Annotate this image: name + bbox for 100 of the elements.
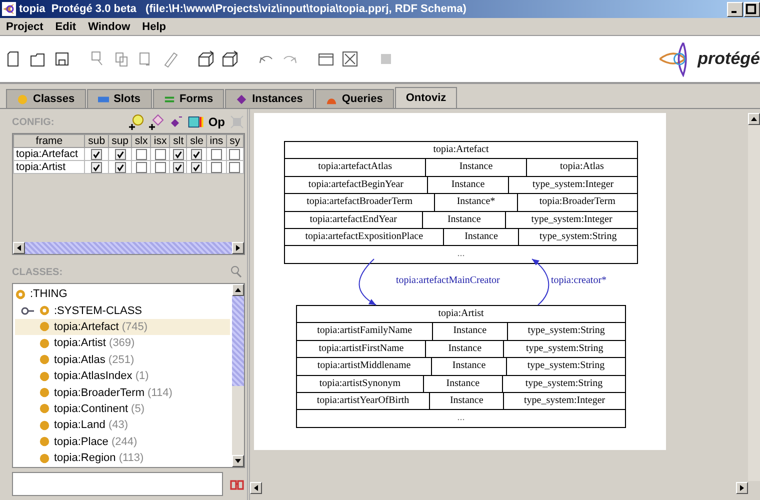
- app-icon: [2, 2, 16, 16]
- slot-cell: Instance: [426, 176, 508, 194]
- slot-cell-text: topia:artistYearOfBirth: [316, 394, 410, 408]
- checkbox[interactable]: [191, 162, 202, 173]
- slot-cell-text: topia:artistMiddlename: [316, 359, 412, 374]
- slot-cell: Instance: [431, 358, 506, 375]
- checkbox[interactable]: [154, 162, 166, 173]
- node-title: topia:Artist: [437, 307, 485, 321]
- tree-item[interactable]: :THING: [30, 288, 68, 300]
- checkbox[interactable]: [91, 148, 102, 160]
- tab[interactable]: Forms: [152, 89, 224, 108]
- column-header[interactable]: sub: [84, 134, 108, 148]
- tree-item[interactable]: topia:BroaderTerm (114): [54, 386, 172, 399]
- maximize-button[interactable]: [744, 2, 760, 16]
- slot-icon[interactable]: [188, 114, 204, 130]
- slot-cell-text: topia:artefactAtlas: [317, 160, 394, 174]
- slot-cell: type_system:Integer: [505, 212, 638, 228]
- tab[interactable]: Slots: [86, 89, 152, 108]
- slot-cell-text: topia:artefactBroaderTerm: [306, 195, 414, 210]
- slot-cell: Instance: [422, 212, 506, 228]
- tab[interactable]: Ontoviz: [394, 87, 458, 108]
- column-header[interactable]: slt: [170, 134, 187, 148]
- checkbox[interactable]: [114, 148, 126, 160]
- more-cell-text: ...: [456, 247, 466, 262]
- slot-cell: type_system:String: [506, 358, 625, 375]
- more-cell-text: ...: [456, 411, 466, 426]
- tree-item[interactable]: :SYSTEM-CLASS: [54, 304, 142, 317]
- search-field[interactable]: [12, 472, 223, 496]
- expand-handle-icon[interactable]: [21, 306, 35, 316]
- checkbox[interactable]: [114, 162, 126, 173]
- tree-item[interactable]: topia:Artist (369): [54, 337, 135, 350]
- slot-cell: type_system:Integer: [508, 176, 638, 194]
- maximize-icon: [745, 2, 757, 14]
- tree-item[interactable]: topia:Continent (5): [54, 402, 144, 415]
- tree-item[interactable]: topia:Place (244): [54, 436, 138, 448]
- slot-cell: topia:Atlas: [526, 159, 638, 176]
- checkbox[interactable]: [210, 162, 222, 173]
- table-cell: topia:Artist: [14, 160, 85, 174]
- close-box-icon[interactable]: [340, 49, 360, 69]
- column-header[interactable]: sy: [226, 134, 244, 148]
- slot-cell: Instance: [422, 376, 502, 392]
- slot-cell: type_system:String: [518, 228, 637, 246]
- column-header[interactable]: slx: [132, 134, 151, 148]
- checkbox[interactable]: [210, 148, 222, 160]
- checkbox[interactable]: [191, 148, 202, 160]
- slot-cell: Instance*: [434, 194, 517, 211]
- menu-item[interactable]: Project: [6, 20, 44, 32]
- column-header[interactable]: sup: [108, 134, 132, 148]
- slot-cell: Instance: [429, 392, 504, 410]
- slot-cell: Instance: [425, 340, 504, 358]
- table-cell: topia:Artefact: [14, 148, 85, 160]
- slot-cell: type_system:String: [503, 340, 626, 358]
- slot-cell: type_system:String: [506, 323, 626, 340]
- tab[interactable]: Classes: [6, 89, 86, 108]
- logo-text: protégé: [698, 49, 760, 69]
- vertical-scrollbar[interactable]: [748, 113, 760, 481]
- slot-cell: topia:BroaderTerm: [516, 194, 637, 211]
- tab[interactable]: Queries: [314, 89, 394, 108]
- checkbox[interactable]: [136, 162, 147, 173]
- checkbox[interactable]: [229, 148, 240, 160]
- section-label: CLASSES:: [12, 266, 63, 278]
- add-class-icon[interactable]: [128, 114, 144, 130]
- menu-item[interactable]: Window: [88, 20, 130, 32]
- slot-cell-text: topia:artefactExpositionPlace: [304, 230, 424, 244]
- operator-button[interactable]: Op: [208, 115, 225, 129]
- checkbox[interactable]: [91, 162, 102, 173]
- slot-cell-text: topia:artistFirstName: [318, 342, 405, 356]
- menu-item[interactable]: Help: [142, 20, 166, 32]
- column-header[interactable]: sle: [186, 134, 207, 148]
- horizontal-scrollbar[interactable]: [13, 242, 244, 254]
- checkbox[interactable]: [136, 148, 147, 160]
- section-label: CONFIG:: [12, 116, 54, 128]
- vertical-scrollbar[interactable]: [232, 284, 244, 467]
- tree-item[interactable]: topia:Land (43): [54, 419, 128, 432]
- tree-item[interactable]: topia:Artefact (745): [54, 320, 148, 333]
- slot-cell-text: topia:artefactEndYear: [308, 212, 398, 227]
- minimize-button[interactable]: [727, 2, 743, 16]
- edge-arrow: [532, 258, 550, 306]
- slot-cell-text: topia:artistFamilyName: [316, 324, 414, 338]
- checkbox[interactable]: [172, 162, 184, 173]
- column-header[interactable]: isx: [150, 134, 170, 148]
- edge-label: topia:artefactMainCreator: [396, 275, 500, 286]
- slot-cell: Instance: [443, 228, 518, 246]
- tree-item[interactable]: topia:AtlasIndex (1): [54, 370, 149, 382]
- tab[interactable]: Instances: [225, 89, 314, 108]
- checkbox[interactable]: [154, 148, 166, 160]
- slot-cell-text: topia:artefactBeginYear: [307, 178, 404, 192]
- tree-item[interactable]: topia:Atlas (251): [54, 354, 134, 366]
- edge-label: topia:creator*: [551, 275, 607, 286]
- checkbox[interactable]: [172, 148, 184, 160]
- slot-cell: Instance: [432, 323, 507, 340]
- menu-item[interactable]: Edit: [55, 20, 76, 32]
- slot-cell: type_system:Integer: [503, 392, 625, 410]
- slot-cell-text: topia:artistSynonym: [318, 376, 402, 391]
- column-header[interactable]: ins: [206, 134, 226, 148]
- checkbox[interactable]: [229, 162, 240, 173]
- column-header[interactable]: frame: [14, 134, 85, 148]
- edge-arrow: [358, 258, 376, 306]
- tree-item[interactable]: topia:Region (113): [54, 452, 144, 464]
- add-instance-icon[interactable]: [148, 114, 164, 130]
